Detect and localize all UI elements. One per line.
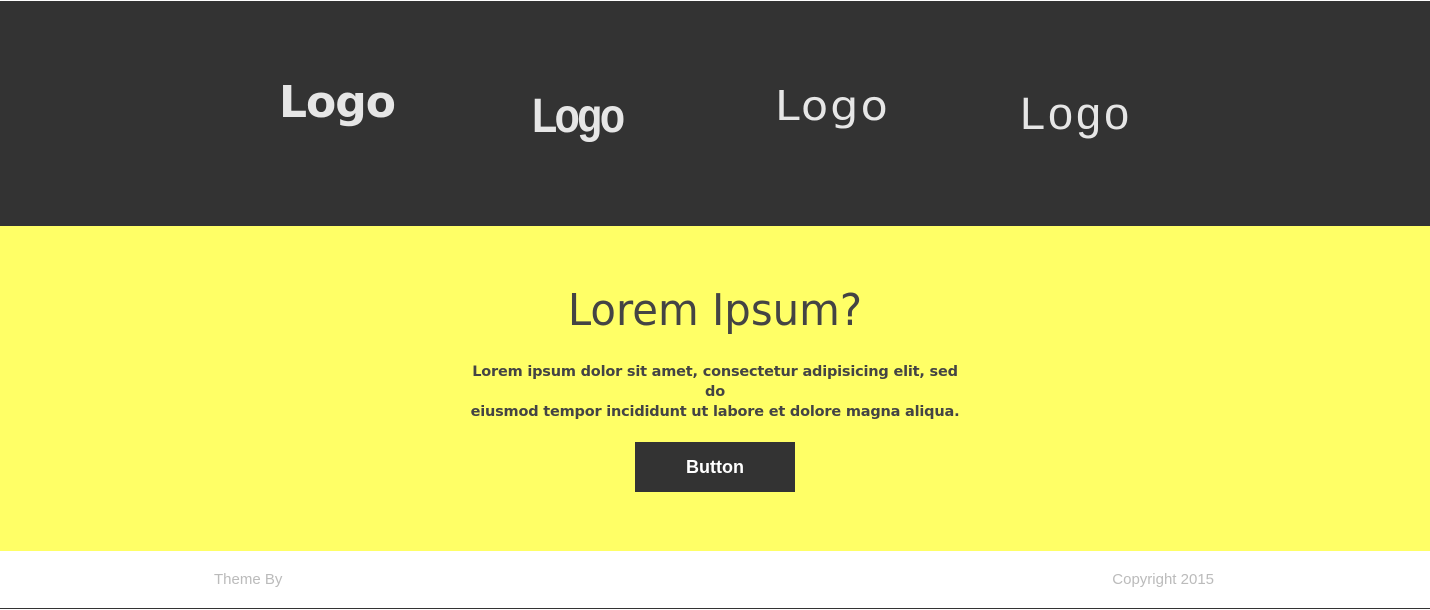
footer: Theme By Copyright 2015 <box>0 551 1430 609</box>
cta-heading: Lorem Ipsum? <box>567 285 863 336</box>
partner-logo-1[interactable]: Logo <box>279 81 396 125</box>
footer-theme-credit: Theme By <box>214 571 283 588</box>
logos-band: Logo Logo Logo Logo <box>0 1 1430 226</box>
cta-button[interactable]: Button <box>635 442 795 492</box>
footer-copyright: Copyright 2015 <box>1112 571 1214 588</box>
cta-description: Lorem ipsum dolor sit amet, consectetur … <box>470 362 960 422</box>
partner-logo-4[interactable]: Logo <box>1020 91 1132 136</box>
partner-logo-2[interactable]: Logo <box>532 93 625 141</box>
partner-logo-3[interactable]: Logo <box>775 86 890 127</box>
cta-description-line-1: Lorem ipsum dolor sit amet, consectetur … <box>472 364 958 400</box>
cta-description-line-2: eiusmod tempor incididunt ut labore et d… <box>470 404 960 420</box>
